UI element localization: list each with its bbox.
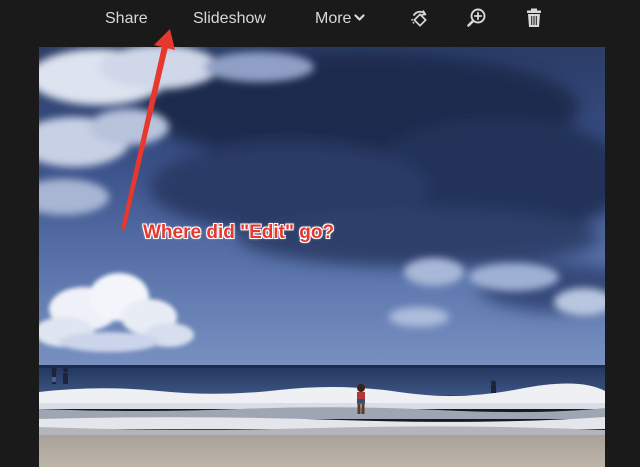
rotate-icon[interactable] <box>408 7 430 29</box>
share-button[interactable]: Share <box>105 9 148 29</box>
more-menu-button[interactable]: More <box>315 8 366 29</box>
beach-photo[interactable] <box>39 47 605 467</box>
chevron-down-icon <box>354 8 366 28</box>
annotation-text: Where did "Edit" go? <box>143 222 335 243</box>
more-label: More <box>315 10 352 27</box>
trash-icon[interactable] <box>523 7 545 29</box>
zoom-in-icon[interactable] <box>466 7 488 29</box>
slideshow-button[interactable]: Slideshow <box>193 9 266 29</box>
photo-viewer: Share Slideshow More Where did "Edit" go… <box>0 0 640 467</box>
toolbar: Share Slideshow More <box>0 0 640 40</box>
